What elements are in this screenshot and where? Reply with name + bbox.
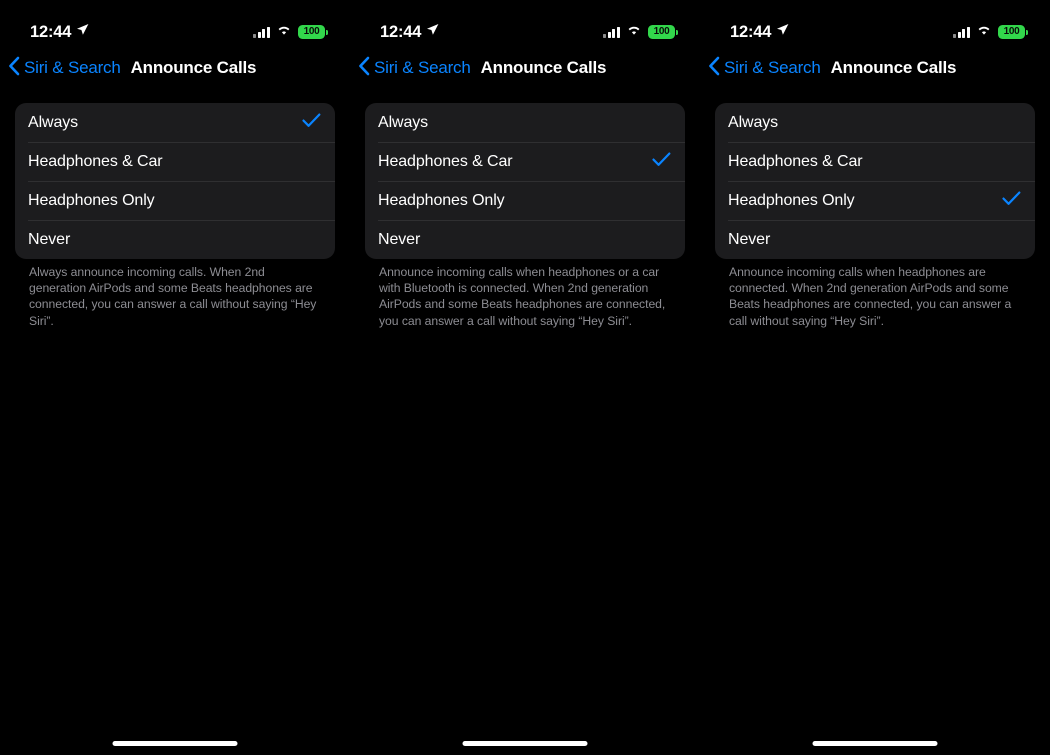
cellular-signal-icon: [953, 26, 970, 38]
announce-calls-options-list: Always Headphones & Car Headphones Only …: [15, 103, 335, 259]
option-row-always[interactable]: Always: [15, 103, 335, 142]
status-bar-right: 100: [953, 23, 1028, 41]
option-label: Headphones & Car: [378, 152, 513, 170]
option-row-never[interactable]: Never: [365, 220, 685, 259]
phone-screen-always: 12:44 100 Siri & Search Announce Calls A…: [0, 0, 350, 755]
option-label: Never: [728, 230, 771, 248]
chevron-left-icon: [358, 56, 370, 81]
option-label: Always: [728, 113, 779, 131]
status-time: 12:44: [380, 22, 422, 41]
footer-description: Announce incoming calls when headphones …: [729, 265, 1012, 328]
option-row-headphones-and-car[interactable]: Headphones & Car: [715, 142, 1035, 181]
footer-description: Announce incoming calls when headphones …: [379, 265, 666, 328]
status-bar-left: 12:44: [30, 23, 89, 42]
home-indicator[interactable]: [462, 741, 588, 746]
location-arrow-icon: [76, 23, 89, 41]
battery-percent-label: 100: [303, 26, 320, 37]
page-title: Announce Calls: [130, 58, 257, 77]
option-row-always[interactable]: Always: [715, 103, 1035, 142]
option-label: Headphones Only: [28, 191, 155, 209]
checkmark-icon: [1002, 191, 1021, 211]
page-title: Announce Calls: [480, 58, 607, 77]
location-arrow-icon: [426, 23, 439, 41]
checkmark-icon: [302, 113, 321, 133]
option-label: Headphones Only: [728, 191, 855, 209]
announce-calls-options-list: Always Headphones & Car Headphones Only …: [365, 103, 685, 259]
status-bar-left: 12:44: [380, 23, 439, 42]
option-row-headphones-and-car[interactable]: Headphones & Car: [365, 142, 685, 181]
option-row-headphones-and-car[interactable]: Headphones & Car: [15, 142, 335, 181]
status-bar: 12:44 100: [350, 0, 700, 50]
option-row-headphones-only[interactable]: Headphones Only: [365, 181, 685, 220]
home-indicator[interactable]: [812, 741, 938, 746]
back-button[interactable]: Siri & Search: [8, 55, 121, 81]
option-label: Never: [28, 230, 71, 248]
status-bar: 12:44 100: [700, 0, 1050, 50]
status-bar-right: 100: [253, 23, 328, 41]
back-button-label: Siri & Search: [374, 58, 471, 77]
navigation-bar: Siri & Search Announce Calls: [350, 52, 700, 84]
battery-icon: 100: [298, 25, 328, 39]
chevron-left-icon: [708, 56, 720, 81]
battery-icon: 100: [648, 25, 678, 39]
option-row-never[interactable]: Never: [715, 220, 1035, 259]
back-button[interactable]: Siri & Search: [708, 55, 821, 81]
location-arrow-icon: [776, 23, 789, 41]
option-row-headphones-only[interactable]: Headphones Only: [715, 181, 1035, 220]
status-time: 12:44: [730, 22, 772, 41]
screenshot-stage: 12:44 100 Siri & Search Announce Calls A…: [0, 0, 1050, 755]
status-bar-right: 100: [603, 23, 678, 41]
wifi-icon: [626, 23, 642, 41]
option-label: Always: [378, 113, 429, 131]
status-bar: 12:44 100: [0, 0, 350, 50]
phone-screen-headphones-and-car: 12:44 100 Siri & Search Announce Calls A…: [350, 0, 700, 755]
wifi-icon: [976, 23, 992, 41]
option-label: Headphones Only: [378, 191, 505, 209]
checkmark-icon: [652, 152, 671, 172]
cellular-signal-icon: [603, 26, 620, 38]
home-indicator[interactable]: [112, 741, 238, 746]
status-bar-left: 12:44: [730, 23, 789, 42]
back-button-label: Siri & Search: [24, 58, 121, 77]
battery-percent-label: 100: [653, 26, 670, 37]
option-row-never[interactable]: Never: [15, 220, 335, 259]
status-time: 12:44: [30, 22, 72, 41]
navigation-bar: Siri & Search Announce Calls: [0, 52, 350, 84]
announce-calls-options-list: Always Headphones & Car Headphones Only …: [715, 103, 1035, 259]
battery-icon: 100: [998, 25, 1028, 39]
back-button-label: Siri & Search: [724, 58, 821, 77]
option-label: Headphones & Car: [728, 152, 863, 170]
battery-percent-label: 100: [1003, 26, 1020, 37]
chevron-left-icon: [8, 56, 20, 81]
page-title: Announce Calls: [830, 58, 957, 77]
cellular-signal-icon: [253, 26, 270, 38]
wifi-icon: [276, 23, 292, 41]
footer-description: Always announce incoming calls. When 2nd…: [29, 265, 317, 328]
navigation-bar: Siri & Search Announce Calls: [700, 52, 1050, 84]
option-row-always[interactable]: Always: [365, 103, 685, 142]
back-button[interactable]: Siri & Search: [358, 55, 471, 81]
option-label: Always: [28, 113, 79, 131]
option-row-headphones-only[interactable]: Headphones Only: [15, 181, 335, 220]
option-label: Headphones & Car: [28, 152, 163, 170]
phone-screen-headphones-only: 12:44 100 Siri & Search Announce Calls A…: [700, 0, 1050, 755]
option-label: Never: [378, 230, 421, 248]
